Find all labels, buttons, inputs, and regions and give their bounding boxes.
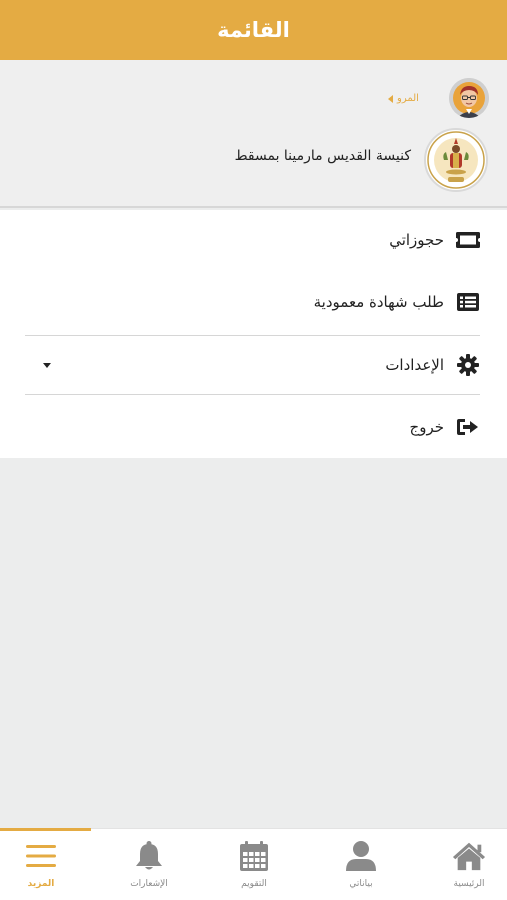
tab-label: الإشعارات: [130, 879, 168, 889]
list-icon: [456, 290, 480, 314]
menu-icon: [24, 839, 58, 873]
caret-left-icon: [388, 94, 393, 103]
church-seal-icon: [427, 131, 485, 189]
sign-out-icon: [456, 415, 480, 439]
calendar-icon: [237, 839, 271, 873]
app-header: القائمة: [0, 0, 507, 60]
chevron-down-icon[interactable]: [43, 362, 51, 368]
bell-icon: [132, 839, 166, 873]
menu-divider: [25, 394, 480, 395]
profile-link[interactable]: المرو: [388, 93, 419, 104]
menu-item-label: حجوزاتي: [389, 231, 444, 249]
menu-item-baptism-certificate[interactable]: طلب شهادة معمودية: [0, 272, 507, 332]
tab-label: الرئيسية: [453, 879, 485, 889]
menu-item-label: خروج: [409, 418, 444, 436]
tab-label: المزيد: [27, 879, 55, 889]
profile-section: المرو كنيسة القديس مارمينا بمسقط: [0, 60, 507, 208]
menu-item-reservations[interactable]: حجوزاتي: [0, 210, 507, 270]
church-logo: [424, 128, 488, 192]
home-icon: [452, 839, 486, 873]
tab-notifications[interactable]: الإشعارات: [109, 839, 189, 897]
tab-label: بياناتي: [349, 879, 373, 889]
user-icon: [344, 839, 378, 873]
tab-my-data[interactable]: بياناتي: [321, 839, 401, 897]
gear-icon: [456, 353, 480, 377]
user-avatar-icon: [449, 78, 489, 118]
active-tab-indicator: [0, 828, 91, 831]
menu-item-settings[interactable]: الإعدادات: [0, 335, 507, 395]
profile-link-label: المرو: [397, 93, 419, 104]
page-title: القائمة: [217, 18, 290, 42]
menu-list: حجوزاتي طلب شهادة معمودية الإعدادات خروج: [0, 210, 507, 458]
bottom-tab-bar: المزيد الإشعارات التقويم بياناتي الرئيسي…: [0, 828, 507, 900]
church-name: كنيسة القديس مارمينا بمسقط: [234, 148, 411, 164]
menu-item-label: الإعدادات: [385, 356, 444, 374]
tab-calendar[interactable]: التقويم: [214, 839, 294, 897]
tab-home[interactable]: الرئيسية: [429, 839, 507, 897]
menu-item-logout[interactable]: خروج: [0, 397, 507, 457]
tab-label: التقويم: [241, 879, 267, 889]
ticket-icon: [456, 228, 480, 252]
menu-item-label: طلب شهادة معمودية: [313, 293, 444, 311]
avatar[interactable]: [449, 78, 489, 118]
tab-more[interactable]: المزيد: [1, 839, 81, 897]
